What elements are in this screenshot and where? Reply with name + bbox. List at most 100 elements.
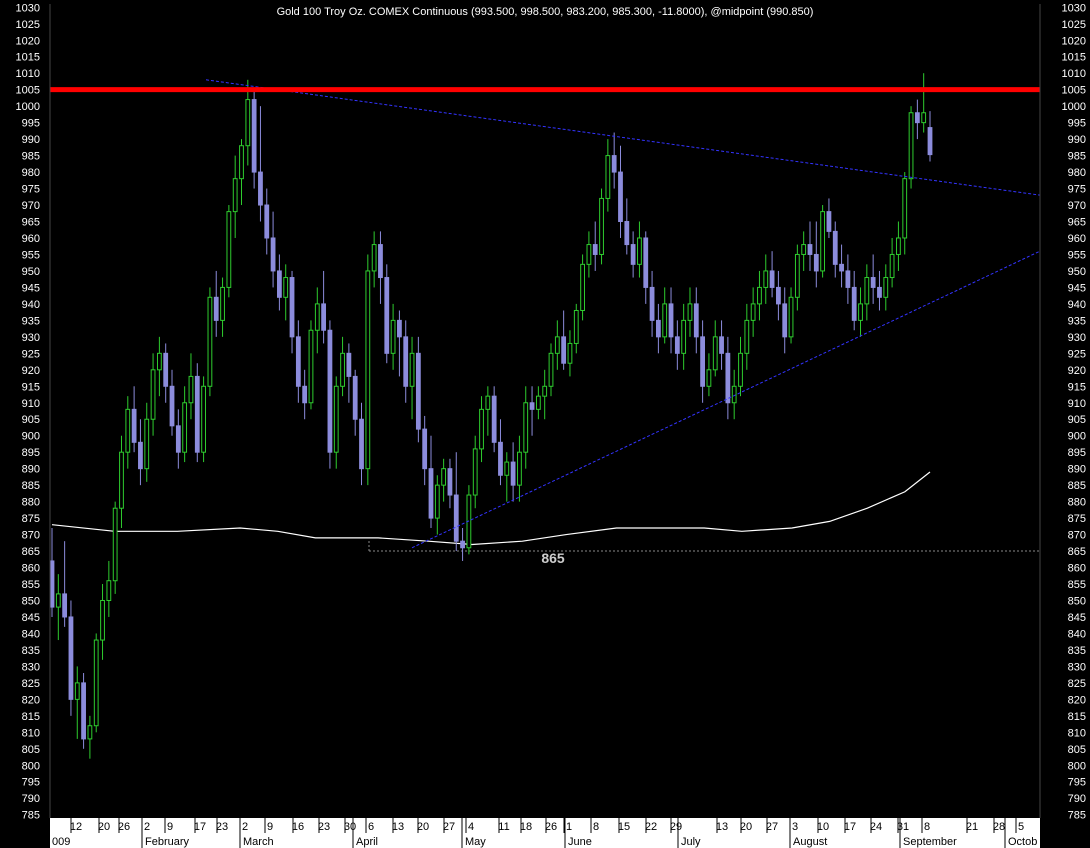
candle-body-up — [517, 451, 522, 486]
candle-body-down — [453, 494, 459, 542]
candle-body-down — [693, 303, 699, 338]
y-tick-label-right: 900 — [1068, 431, 1086, 443]
candle-body-down — [870, 277, 876, 288]
y-tick-label-left: 965 — [22, 217, 40, 229]
candle-body-down — [460, 540, 465, 549]
candle-body-up — [144, 418, 150, 470]
candle-body-down — [68, 616, 74, 700]
x-day-tick-label: 21 — [966, 821, 978, 833]
candle-body-down — [359, 418, 364, 470]
candle-body-up — [390, 319, 396, 354]
y-tick-label-left: 990 — [22, 134, 40, 146]
chart-background — [0, 0, 1090, 848]
chart-title: Gold 100 Troy Oz. COMEX Continuous (993.… — [277, 6, 814, 18]
candle-body-down — [826, 211, 832, 232]
candle-body-down — [655, 319, 661, 338]
y-tick-label-right: 930 — [1068, 332, 1086, 344]
candle-body-up — [314, 303, 320, 331]
candle-body-down — [719, 336, 724, 354]
y-tick-label-right: 870 — [1068, 530, 1086, 542]
y-tick-label-right: 820 — [1068, 694, 1086, 706]
y-tick-label-left: 920 — [22, 365, 40, 377]
candle-body-down — [914, 112, 920, 124]
x-month-label: July — [681, 836, 701, 848]
x-day-tick-label: 10 — [817, 821, 829, 833]
y-tick-label-left: 840 — [22, 628, 40, 640]
y-tick-label-right: 920 — [1068, 365, 1086, 377]
y-tick-label-right: 975 — [1068, 184, 1086, 196]
y-tick-label-right: 795 — [1068, 777, 1086, 789]
x-day-tick-label: 5 — [1018, 821, 1024, 833]
candle-body-down — [491, 395, 497, 443]
y-tick-label-right: 840 — [1068, 628, 1086, 640]
candle-body-up — [712, 336, 718, 371]
y-tick-label-left: 985 — [22, 151, 40, 163]
candle-body-up — [409, 352, 415, 387]
candle-body-down — [498, 441, 503, 476]
x-day-tick-label: 9 — [167, 821, 173, 833]
candle-body-down — [62, 593, 68, 618]
candle-body-down — [561, 336, 567, 364]
y-tick-label-left: 1025 — [16, 19, 40, 31]
candle-body-up — [125, 408, 131, 453]
candle-body-down — [630, 244, 636, 265]
y-tick-label-left: 995 — [22, 118, 40, 130]
y-tick-label-left: 800 — [22, 760, 40, 772]
y-tick-label-left: 960 — [22, 233, 40, 245]
candle-body-up — [74, 682, 80, 700]
y-tick-label-left: 890 — [22, 464, 40, 476]
y-tick-label-right: 1015 — [1062, 52, 1086, 64]
y-tick-label-right: 880 — [1068, 497, 1086, 509]
chart-root: 785 785 790 790 795 795 800 800 805 805 810 810 815 8… — [0, 0, 1090, 848]
candle-body-down — [270, 237, 276, 272]
candle-body-down — [510, 461, 516, 486]
candle-body-up — [921, 112, 927, 124]
candle-body-down — [447, 468, 453, 496]
x-month-label: 009 — [52, 836, 70, 848]
candle-body-down — [927, 127, 933, 156]
y-tick-label-right: 955 — [1068, 249, 1086, 261]
y-tick-label-left: 970 — [22, 200, 40, 212]
candle-body-down — [403, 336, 409, 387]
candle-body-down — [384, 277, 390, 354]
x-day-tick-label: 20 — [740, 821, 752, 833]
y-tick-label-right: 965 — [1068, 217, 1086, 229]
y-tick-label-right: 995 — [1068, 118, 1086, 130]
candle-body-down — [138, 441, 143, 470]
candle-body-down — [289, 277, 295, 338]
candle-body-up — [858, 303, 863, 321]
y-tick-label-right: 815 — [1068, 711, 1086, 723]
candle-body-down — [352, 375, 358, 420]
y-tick-label-right: 1025 — [1062, 19, 1086, 31]
candle-body-up — [156, 352, 162, 371]
candle-body-up — [763, 270, 769, 288]
y-tick-label-right: 915 — [1068, 381, 1086, 393]
x-day-tick-label: 20 — [417, 821, 429, 833]
y-tick-label-right: 1000 — [1062, 101, 1086, 113]
candle-body-up — [883, 277, 889, 298]
candle-body-up — [87, 725, 93, 740]
candle-body-down — [428, 468, 434, 519]
y-tick-label-right: 950 — [1068, 266, 1086, 278]
y-tick-label-right: 1020 — [1062, 35, 1086, 47]
y-tick-label-left: 810 — [22, 727, 40, 739]
x-day-tick-label: 3 — [792, 821, 798, 833]
candle-body-up — [567, 342, 573, 364]
y-tick-label-left: 895 — [22, 447, 40, 459]
candle-body-up — [637, 237, 642, 265]
y-tick-label-left: 820 — [22, 694, 40, 706]
y-tick-label-left: 785 — [22, 810, 40, 822]
candle-body-up — [106, 580, 112, 601]
candle-body-up — [220, 286, 225, 321]
y-tick-label-left: 1015 — [16, 52, 40, 64]
x-day-tick-label: 28 — [993, 821, 1005, 833]
y-tick-label-right: 935 — [1068, 315, 1086, 327]
candle-body-down — [668, 303, 674, 338]
x-day-tick-label: 8 — [593, 821, 599, 833]
y-tick-label-right: 940 — [1068, 299, 1086, 311]
y-tick-label-right: 825 — [1068, 678, 1086, 690]
y-tick-label-left: 940 — [22, 299, 40, 311]
x-day-tick-label: 27 — [443, 821, 455, 833]
candle-body-down — [49, 560, 55, 608]
x-day-tick-label: 16 — [292, 821, 304, 833]
